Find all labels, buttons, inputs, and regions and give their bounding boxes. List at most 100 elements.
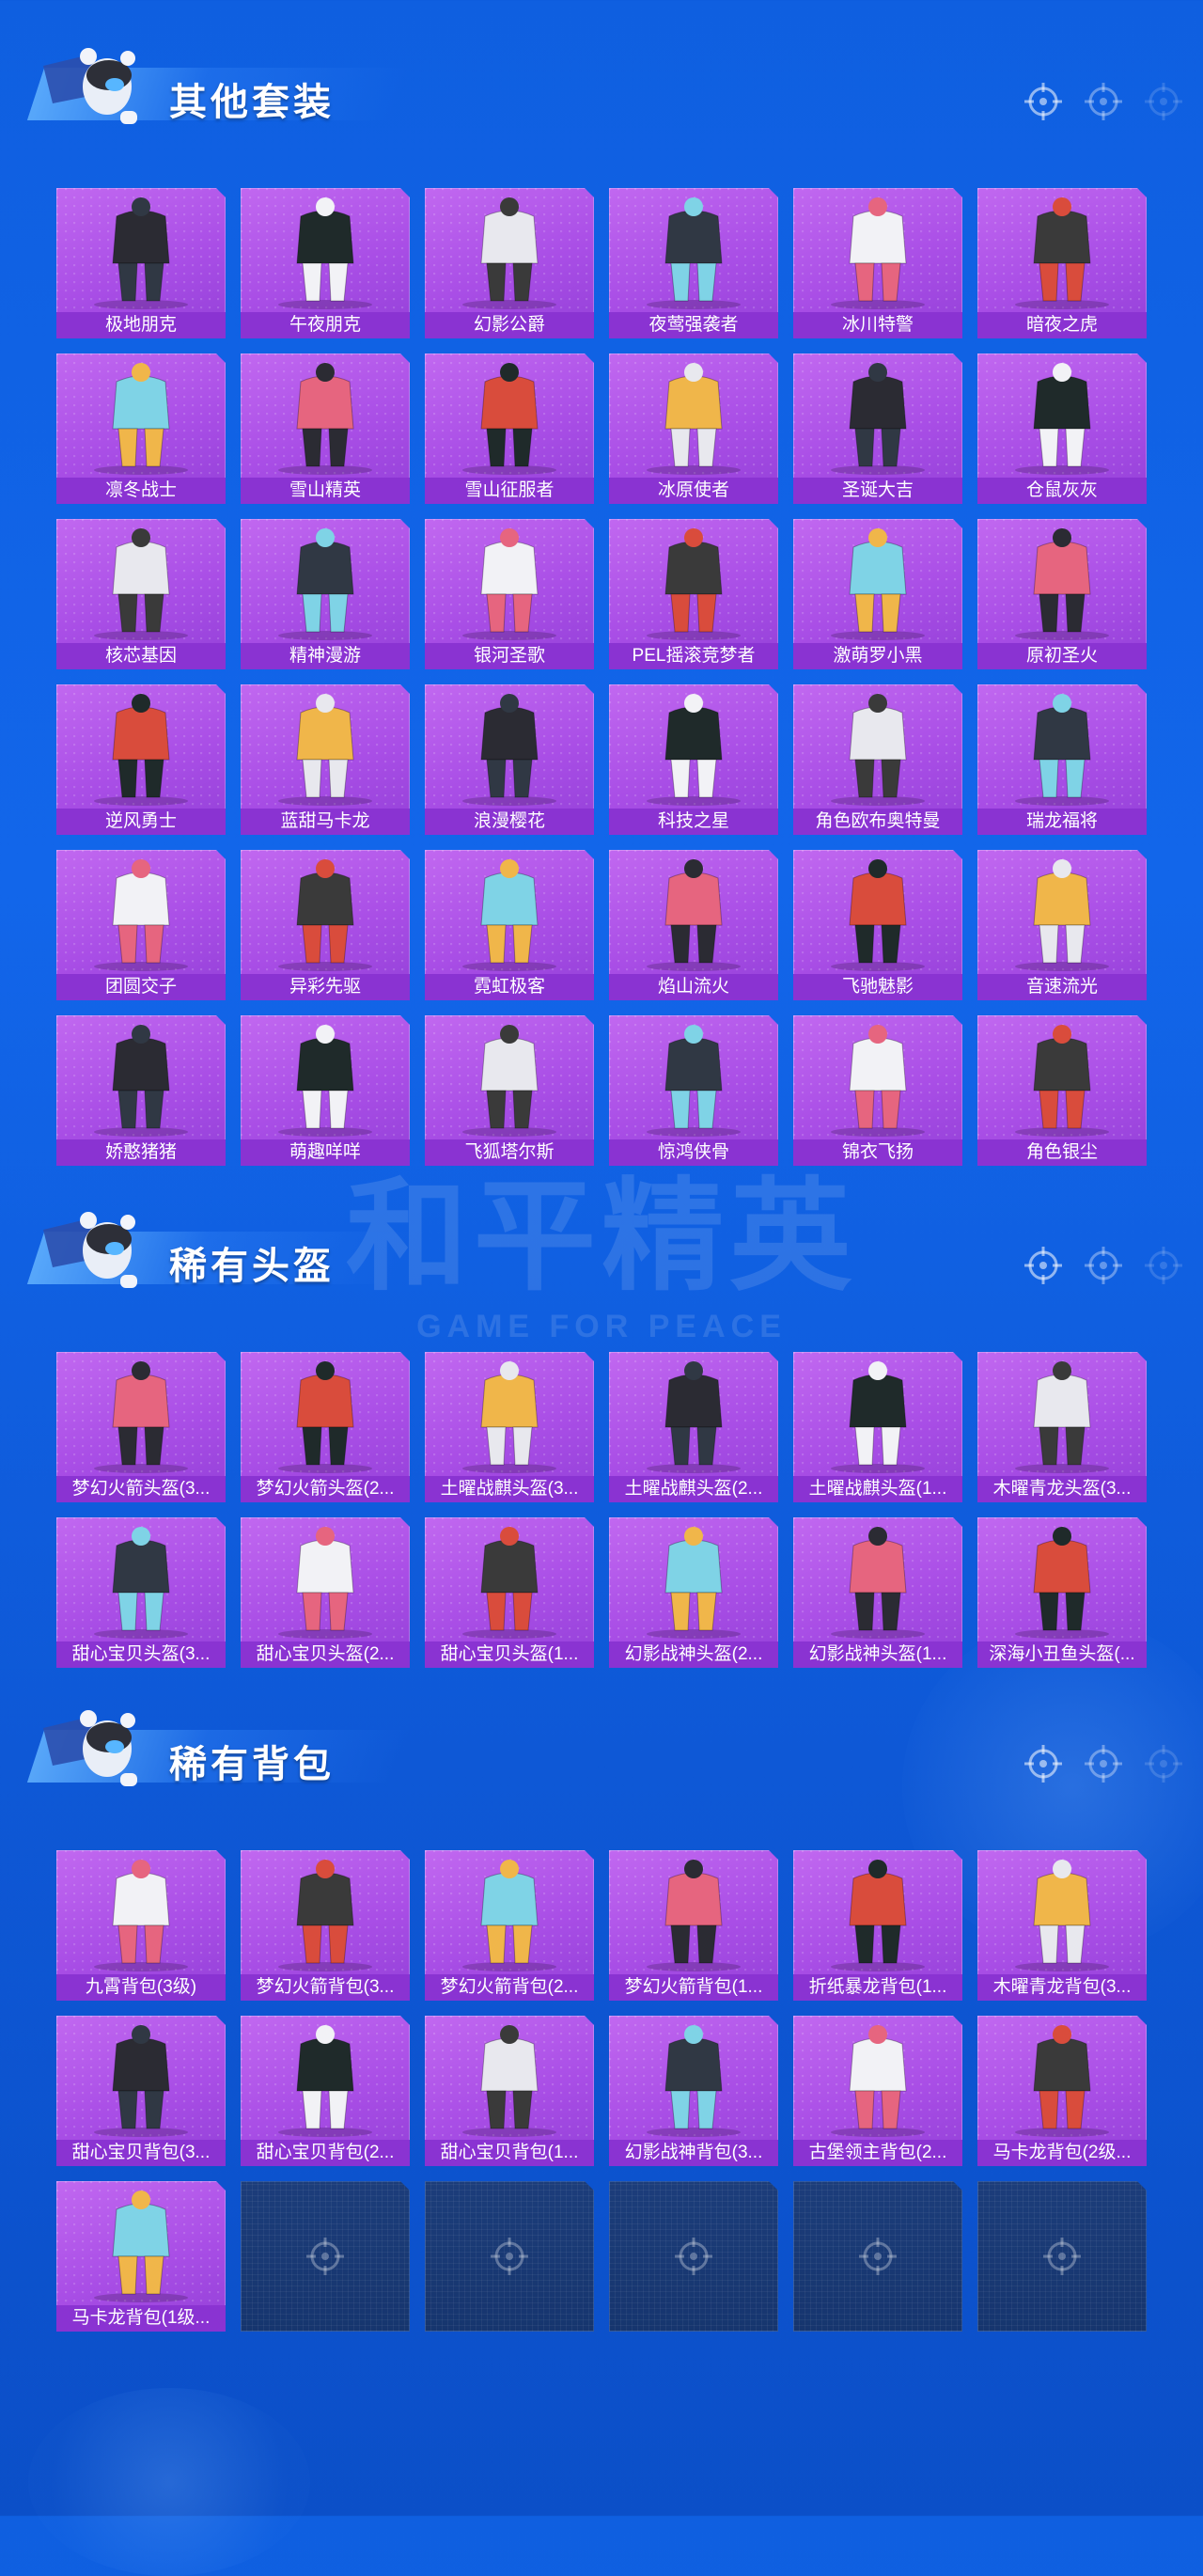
item-image	[977, 188, 1147, 312]
item-name: 科技之星	[609, 809, 778, 835]
item-card[interactable]: 瑞龙福将	[977, 684, 1147, 835]
item-image	[56, 1352, 226, 1476]
item-card[interactable]: 土曜战麒头盔(1...	[793, 1352, 962, 1502]
item-card[interactable]: 梦幻火箭背包(2...	[425, 1850, 594, 2001]
item-card[interactable]: 木曜青龙头盔(3...	[977, 1352, 1147, 1502]
item-name: 惊鸿侠骨	[609, 1139, 778, 1166]
item-card[interactable]: 核芯基因	[56, 519, 226, 669]
item-image	[425, 188, 594, 312]
empty-slot	[609, 2181, 778, 2332]
item-card[interactable]: 极地朋克	[56, 188, 226, 338]
item-card[interactable]: 暗夜之虎	[977, 188, 1147, 338]
item-card[interactable]: 冰川特警	[793, 188, 962, 338]
item-card[interactable]: 梦幻火箭头盔(2...	[241, 1352, 410, 1502]
item-card[interactable]: 土曜战麒头盔(3...	[425, 1352, 594, 1502]
item-card[interactable]: 幻影战神头盔(1...	[793, 1517, 962, 1668]
item-card[interactable]: 异彩先驱	[241, 850, 410, 1000]
item-image	[609, 1850, 778, 1974]
section-title: 其他套装	[169, 82, 335, 123]
item-card[interactable]: 冰原使者	[609, 353, 778, 504]
item-card[interactable]: 梦幻火箭头盔(3...	[56, 1352, 226, 1502]
item-name: 甜心宝贝头盔(3...	[56, 1641, 226, 1668]
item-card[interactable]: 飞驰魅影	[793, 850, 962, 1000]
item-card[interactable]: 飞狐塔尔斯	[425, 1015, 594, 1166]
item-card[interactable]: 团圆交子	[56, 850, 226, 1000]
item-name: 锦衣飞扬	[793, 1139, 962, 1166]
item-card[interactable]: 银河圣歌	[425, 519, 594, 669]
item-card[interactable]: 甜心宝贝头盔(1...	[425, 1517, 594, 1668]
item-card[interactable]: 木曜青龙背包(3...	[977, 1850, 1147, 2001]
item-card[interactable]: 幻影战神背包(3...	[609, 2016, 778, 2166]
item-card[interactable]: 幻影公爵	[425, 188, 594, 338]
item-grid: 九霄背包(3级) 梦幻火箭背包(3... 梦幻火箭背包(2... 梦幻火箭背包(1..…	[56, 1850, 1147, 2332]
item-name: 土曜战麒头盔(1...	[793, 1476, 962, 1502]
item-image	[56, 188, 226, 312]
crosshair-icon	[1143, 1743, 1184, 1784]
item-card[interactable]: 梦幻火箭背包(3...	[241, 1850, 410, 2001]
item-card[interactable]: 角色银尘	[977, 1015, 1147, 1166]
item-image	[241, 1352, 410, 1476]
item-name: 梦幻火箭头盔(3...	[56, 1476, 226, 1502]
item-card[interactable]: 霓虹极客	[425, 850, 594, 1000]
item-card[interactable]: 九霄背包(3级)	[56, 1850, 226, 2001]
item-name: 马卡龙背包(2级...	[977, 2140, 1147, 2166]
item-card[interactable]: 焰山流火	[609, 850, 778, 1000]
item-card[interactable]: 夜莺强袭者	[609, 188, 778, 338]
item-card[interactable]: 萌趣咩咩	[241, 1015, 410, 1166]
empty-slot	[241, 2181, 410, 2332]
item-image	[977, 1015, 1147, 1139]
item-card[interactable]: 激萌罗小黑	[793, 519, 962, 669]
item-card[interactable]: 锦衣飞扬	[793, 1015, 962, 1166]
item-card[interactable]: 音速流光	[977, 850, 1147, 1000]
item-card[interactable]: 甜心宝贝背包(3...	[56, 2016, 226, 2166]
item-card[interactable]: 蓝甜马卡龙	[241, 684, 410, 835]
item-card[interactable]: 甜心宝贝背包(1...	[425, 2016, 594, 2166]
item-card[interactable]: 幻影战神头盔(2...	[609, 1517, 778, 1668]
item-image	[609, 519, 778, 643]
item-image	[609, 1015, 778, 1139]
item-card[interactable]: 马卡龙背包(1级...	[56, 2181, 226, 2332]
item-card[interactable]: 角色欧布奥特曼	[793, 684, 962, 835]
item-card[interactable]: 科技之星	[609, 684, 778, 835]
item-card[interactable]: 惊鸿侠骨	[609, 1015, 778, 1166]
item-card[interactable]: 梦幻火箭背包(1...	[609, 1850, 778, 2001]
item-card[interactable]: 马卡龙背包(2级...	[977, 2016, 1147, 2166]
item-name: 木曜青龙背包(3...	[977, 1974, 1147, 2001]
item-image	[56, 1850, 226, 1974]
item-card[interactable]: 雪山征服者	[425, 353, 594, 504]
item-name: 甜心宝贝背包(2...	[241, 2140, 410, 2166]
item-image	[609, 684, 778, 809]
item-name: 飞驰魅影	[793, 974, 962, 1000]
item-grid: 极地朋克 午夜朋克 幻影公爵 夜莺强袭者 冰川特警 暗夜之虎凛冬战士 雪山精英 雪山征服者 冰原…	[56, 188, 1147, 1166]
item-card[interactable]: 原初圣火	[977, 519, 1147, 669]
empty-slot	[793, 2181, 962, 2332]
item-card[interactable]: 甜心宝贝背包(2...	[241, 2016, 410, 2166]
item-card[interactable]: 逆风勇士	[56, 684, 226, 835]
item-card[interactable]: 凛冬战士	[56, 353, 226, 504]
section-3: 稀有背包 九霄背包(3级) 梦幻火箭背包(3... 梦幻火箭背包(2... 梦幻火箭背包…	[0, 1700, 1203, 2332]
item-card[interactable]: 仓鼠灰灰	[977, 353, 1147, 504]
item-name: 极地朋克	[56, 312, 226, 338]
item-name: 雪山精英	[241, 478, 410, 504]
item-image	[241, 1015, 410, 1139]
item-card[interactable]: PEL摇滚竞梦者	[609, 519, 778, 669]
item-card[interactable]: 圣诞大吉	[793, 353, 962, 504]
item-image	[56, 519, 226, 643]
item-card[interactable]: 精神漫游	[241, 519, 410, 669]
item-card[interactable]: 土曜战麒头盔(2...	[609, 1352, 778, 1502]
item-card[interactable]: 古堡领主背包(2...	[793, 2016, 962, 2166]
crosshair-icon	[1143, 81, 1184, 122]
item-card[interactable]: 甜心宝贝头盔(3...	[56, 1517, 226, 1668]
item-card[interactable]: 深海小丑鱼头盔(...	[977, 1517, 1147, 1668]
item-card[interactable]: 甜心宝贝头盔(2...	[241, 1517, 410, 1668]
item-name: 瑞龙福将	[977, 809, 1147, 835]
item-card[interactable]: 折纸暴龙背包(1...	[793, 1850, 962, 2001]
item-card[interactable]: 浪漫樱花	[425, 684, 594, 835]
item-card[interactable]: 午夜朋克	[241, 188, 410, 338]
watermark-subtitle: GAME FOR PEACE	[416, 1309, 787, 1344]
crosshair-icon	[1023, 81, 1064, 122]
item-name: 深海小丑鱼头盔(...	[977, 1641, 1147, 1668]
item-card[interactable]: 雪山精英	[241, 353, 410, 504]
item-card[interactable]: 娇憨猪猪	[56, 1015, 226, 1166]
item-name: 核芯基因	[56, 643, 226, 669]
